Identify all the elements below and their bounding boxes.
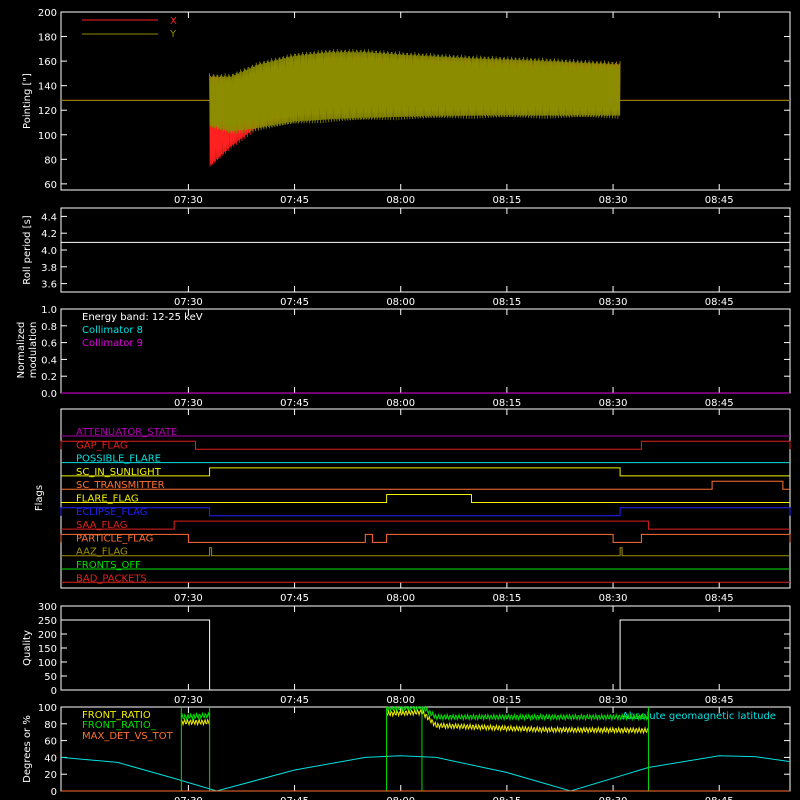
y-tick-label-pointing: 100 xyxy=(38,131,57,142)
y-tick-label-pointing: 120 xyxy=(38,106,57,117)
flag-label-attenuator-state: ATTENUATOR_STATE xyxy=(76,427,177,438)
flag-label-sc-transmitter: SC_TRANSMITTER xyxy=(76,480,165,491)
roll-ylabel: Roll period [s] xyxy=(22,215,33,284)
time-tick-label: 08:30 xyxy=(599,195,628,206)
time-tick-label: 08:15 xyxy=(492,593,521,604)
time-tick-label: 08:15 xyxy=(492,297,521,308)
flag-label-eclipse-flag: ECLIPSE_FLAG xyxy=(76,507,147,518)
y-tick-label-modulation: 0.6 xyxy=(41,339,57,350)
y-tick-label-roll: 4.4 xyxy=(41,212,57,223)
y-tick-label-pointing: 200 xyxy=(38,8,57,19)
y-tick-label-ratios: 100 xyxy=(38,703,57,714)
y-tick-label-ratios: 80 xyxy=(44,720,57,731)
legend-label-x: X xyxy=(170,16,177,27)
y-tick-label-quality: 150 xyxy=(38,644,57,655)
y-tick-label-pointing: 140 xyxy=(38,82,57,93)
y-tick-label-pointing: 180 xyxy=(38,33,57,44)
y-tick-label-ratios: 20 xyxy=(44,770,57,781)
time-tick-label: 08:00 xyxy=(386,593,415,604)
y-tick-label-quality: 50 xyxy=(44,672,57,683)
y-tick-label-roll: 4.0 xyxy=(41,246,57,257)
y-tick-label-modulation: 0.4 xyxy=(41,355,57,366)
time-tick-label: 08:15 xyxy=(492,398,521,409)
quality-ylabel: Quality xyxy=(22,630,33,666)
ratio-ylabel: Degrees or % xyxy=(22,715,33,783)
y-tick-label-roll: 3.8 xyxy=(41,263,57,274)
time-tick-label: 08:15 xyxy=(492,796,521,800)
flag-label-particle-flag: PARTICLE_FLAG xyxy=(76,533,153,544)
time-tick-label: 07:30 xyxy=(174,297,203,308)
time-tick-label: 07:30 xyxy=(174,593,203,604)
time-tick-label: 08:45 xyxy=(705,398,734,409)
time-tick-label: 08:00 xyxy=(386,297,415,308)
time-tick-label: 08:45 xyxy=(705,297,734,308)
y-tick-label-quality: 0 xyxy=(51,686,57,697)
time-tick-label: 07:45 xyxy=(280,796,309,800)
y-tick-label-modulation: 0.0 xyxy=(41,389,57,400)
y-tick-label-ratios: 60 xyxy=(44,737,57,748)
y-tick-label-ratios: 40 xyxy=(44,753,57,764)
time-tick-label: 08:45 xyxy=(705,796,734,800)
ratio-legend-front-ratio-2: FRONT_RATIO_ xyxy=(82,720,157,731)
y-tick-label-modulation: 0.8 xyxy=(41,322,57,333)
y-tick-label-pointing: 160 xyxy=(38,57,57,68)
time-tick-label: 08:30 xyxy=(599,796,628,800)
figure: Pointing ["] X Y Roll period [s] Normali… xyxy=(0,0,800,800)
y-tick-label-pointing: 80 xyxy=(44,155,57,166)
time-tick-label: 07:45 xyxy=(280,297,309,308)
time-tick-label: 08:30 xyxy=(599,398,628,409)
y-tick-label-quality: 250 xyxy=(38,616,57,627)
y-tick-label-modulation: 0.2 xyxy=(41,372,57,383)
y-tick-label-quality: 200 xyxy=(38,630,57,641)
time-tick-label: 08:45 xyxy=(705,695,734,706)
flag-label-gap-flag: GAP_FLAG xyxy=(76,440,128,451)
time-tick-label: 08:00 xyxy=(386,398,415,409)
time-tick-label: 07:30 xyxy=(174,695,203,706)
time-tick-label: 08:15 xyxy=(492,195,521,206)
modulation-ylabel-line2: modulation xyxy=(28,322,39,379)
flag-label-saa-flag: SAA_FLAG xyxy=(76,520,127,531)
y-tick-label-roll: 3.6 xyxy=(41,280,57,291)
flags-ylabel: Flags xyxy=(34,485,45,511)
time-tick-label: 07:30 xyxy=(174,195,203,206)
flag-label-possible-flare: POSSIBLE_FLARE xyxy=(76,454,161,465)
time-tick-label: 08:00 xyxy=(386,796,415,800)
ratio-legend-max-det: MAX_DET_VS_TOT xyxy=(82,731,174,742)
time-tick-label: 08:45 xyxy=(705,593,734,604)
pointing-ylabel: Pointing ["] xyxy=(22,73,33,129)
flag-label-flare-flag: FLARE_FLAG xyxy=(76,494,139,505)
flag-label-fronts-off: FRONTS_OFF xyxy=(76,560,141,571)
flag-label-sc-in-sunlight: SC_IN_SUNLIGHT xyxy=(76,467,162,478)
y-tick-label-quality: 100 xyxy=(38,658,57,669)
time-tick-label: 07:45 xyxy=(280,593,309,604)
flag-label-aaz-flag: AAZ_FLAG xyxy=(76,547,128,558)
time-tick-label: 08:00 xyxy=(386,195,415,206)
time-tick-label: 07:30 xyxy=(174,398,203,409)
y-tick-label-ratios: 0 xyxy=(51,787,57,798)
y-tick-label-quality: 300 xyxy=(38,602,57,613)
y-tick-label-roll: 4.2 xyxy=(41,229,57,240)
energy-band-annotation: Energy band: 12-25 keV xyxy=(82,312,203,323)
time-tick-label: 08:00 xyxy=(386,695,415,706)
y-tick-label-modulation: 1.0 xyxy=(41,305,57,316)
collimator-9-annotation: Collimator 9 xyxy=(82,338,143,349)
y-tick-label-pointing: 60 xyxy=(44,180,57,191)
time-tick-label: 08:30 xyxy=(599,297,628,308)
flag-label-bad-packets: BAD_PACKETS xyxy=(76,573,147,584)
time-tick-label: 07:45 xyxy=(280,695,309,706)
collimator-8-annotation: Collimator 8 xyxy=(82,325,143,336)
time-tick-label: 07:30 xyxy=(174,796,203,800)
time-tick-label: 08:15 xyxy=(492,695,521,706)
time-tick-label: 07:45 xyxy=(280,195,309,206)
modulation-ylabel-line1: Normalized xyxy=(16,322,27,379)
time-tick-label: 08:45 xyxy=(705,195,734,206)
time-tick-label: 07:45 xyxy=(280,398,309,409)
time-tick-label: 08:30 xyxy=(599,695,628,706)
legend-label-y: Y xyxy=(169,29,177,40)
time-tick-label: 08:30 xyxy=(599,593,628,604)
